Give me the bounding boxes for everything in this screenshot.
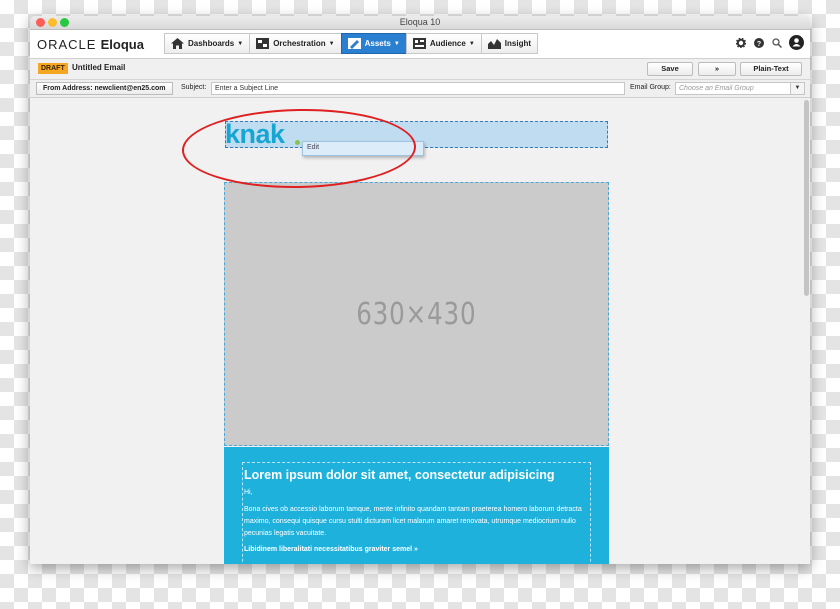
- subject-label: Subject:: [181, 84, 207, 91]
- from-address-button[interactable]: From Address: newclient@en25.com: [36, 82, 173, 95]
- nav-dashboards-label: Dashboards: [188, 39, 235, 48]
- insight-icon: [487, 39, 501, 49]
- chevron-down-icon: ▼: [468, 40, 475, 47]
- plain-text-button[interactable]: Plain-Text: [740, 62, 802, 76]
- window-title: Eloqua 10: [399, 17, 441, 27]
- status-badge: DRAFT: [38, 63, 68, 74]
- app-header: ORACLE Eloqua Dashboards ▼ Orchestration…: [30, 30, 810, 59]
- content-block[interactable]: Lorem ipsum dolor sit amet, consectetur …: [224, 447, 609, 564]
- chevron-down-icon[interactable]: ▼: [790, 83, 804, 94]
- svg-text:?: ?: [757, 41, 761, 48]
- nav-orchestration[interactable]: Orchestration ▼: [249, 33, 341, 54]
- subject-input[interactable]: Enter a Subject Line: [211, 82, 625, 95]
- placeholder-dimensions: 630×430: [356, 296, 477, 332]
- email-group-placeholder: Choose an Email Group: [679, 85, 754, 92]
- chevron-down-icon: ▼: [237, 40, 244, 47]
- email-name[interactable]: Untitled Email: [72, 63, 125, 72]
- email-group-select[interactable]: Choose an Email Group ▼: [675, 82, 805, 95]
- nav-assets[interactable]: Assets ▼: [340, 33, 406, 54]
- search-icon[interactable]: [771, 37, 783, 49]
- nav-audience[interactable]: Audience ▼: [405, 33, 481, 54]
- email-canvas: knak Edit 630×430 Lorem ipsum dolor sit …: [30, 98, 810, 564]
- audience-icon: [412, 38, 426, 49]
- email-toolbar: DRAFT Untitled Email Save » Plain-Text: [30, 59, 810, 80]
- logo-eloqua-text: Eloqua: [100, 37, 144, 52]
- nav-dashboards[interactable]: Dashboards ▼: [164, 33, 250, 54]
- nav-assets-label: Assets: [364, 39, 391, 48]
- image-placeholder[interactable]: 630×430: [224, 182, 609, 446]
- canvas-scrollbar[interactable]: [804, 100, 809, 296]
- content-cta-link[interactable]: Libidinem liberalitati necessitatibus gr…: [244, 545, 590, 554]
- email-properties-bar: From Address: newclient@en25.com Subject…: [30, 80, 810, 98]
- user-icon[interactable]: [789, 35, 804, 50]
- more-actions-button[interactable]: »: [698, 62, 736, 76]
- gear-icon[interactable]: [735, 37, 747, 49]
- nav-insight[interactable]: Insight: [480, 33, 538, 54]
- app-window: Eloqua 10 ORACLE Eloqua Dashboards ▼ Orc…: [30, 16, 810, 564]
- window-titlebar: Eloqua 10: [30, 16, 810, 30]
- main-nav: Dashboards ▼ Orchestration ▼ Assets ▼ Au…: [164, 33, 538, 54]
- assets-icon: [347, 38, 361, 49]
- help-icon[interactable]: ?: [753, 37, 765, 49]
- header-tools: ?: [735, 35, 804, 50]
- save-button[interactable]: Save: [647, 62, 693, 76]
- content-heading: Lorem ipsum dolor sit amet, consectetur …: [244, 468, 555, 482]
- home-icon: [171, 38, 184, 49]
- content-greeting: Hi,: [244, 489, 253, 496]
- orchestration-icon: [256, 38, 270, 49]
- content-text-area[interactable]: Lorem ipsum dolor sit amet, consectetur …: [242, 462, 591, 564]
- nav-audience-label: Audience: [429, 39, 466, 48]
- oracle-eloqua-logo[interactable]: ORACLE Eloqua: [37, 37, 144, 52]
- chevron-down-icon: ▼: [328, 40, 335, 47]
- nav-orchestration-label: Orchestration: [273, 39, 326, 48]
- chevron-down-icon: ▼: [393, 40, 400, 47]
- logo-oracle-text: ORACLE: [37, 37, 97, 52]
- content-body: Bona cives ob accessio laborum tamque, m…: [244, 506, 582, 537]
- nav-insight-label: Insight: [504, 39, 531, 48]
- email-group-label: Email Group:: [630, 84, 671, 91]
